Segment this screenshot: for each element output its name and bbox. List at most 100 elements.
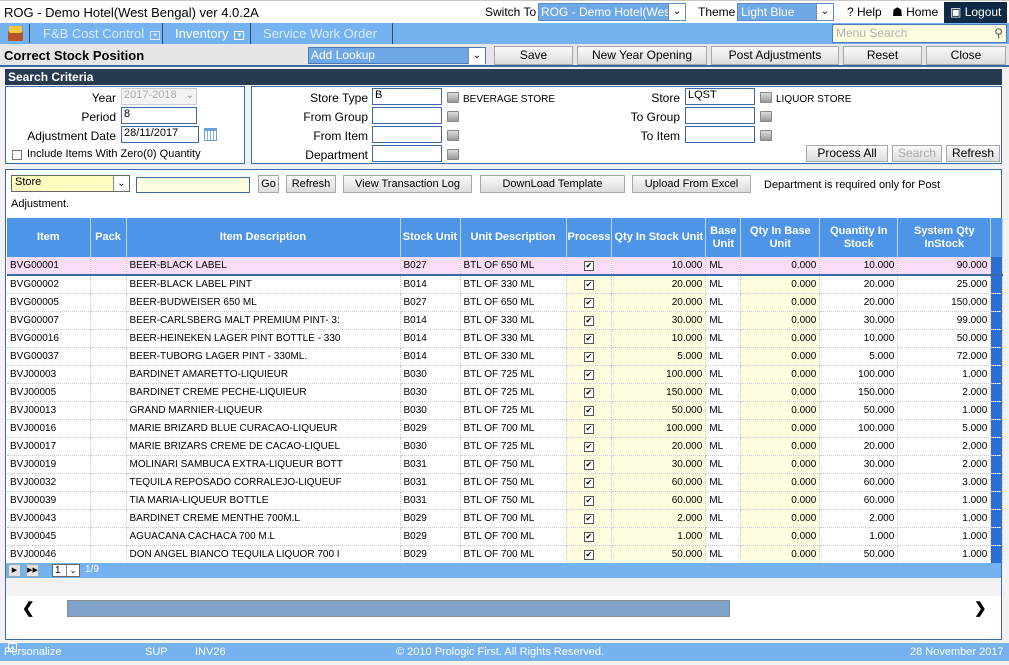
go-button[interactable]: Go (258, 175, 279, 193)
col-header-qty-in-base-unit[interactable]: Qty In Base Unit (740, 218, 821, 257)
cell-qty-in-stock-unit[interactable]: 150.000 (611, 383, 707, 402)
cell-qty-in-base-unit[interactable]: 0.000 (740, 473, 821, 492)
table-row[interactable]: BVJ00039 TIA MARIA-LIQUEUR BOTTLE B031 BTL … (7, 491, 1004, 510)
menu-search-input[interactable]: Menu Search ⚲ (832, 24, 1007, 43)
process-checkbox[interactable]: ✔ (583, 369, 594, 380)
process-checkbox[interactable]: ✔ (583, 279, 594, 290)
add-lookup-select[interactable]: Add Lookup ⌄ (308, 47, 486, 64)
cell-qty-in-base-unit[interactable]: 0.000 (740, 437, 821, 456)
filter-value-input[interactable] (136, 177, 250, 193)
cell-qty-in-base-unit[interactable]: 0.000 (740, 401, 821, 420)
next-page-icon[interactable]: ▶ (8, 564, 21, 577)
table-row[interactable]: BVJ00032 TEQUILA REPOSADO CORRALEJO-LIQUE… (7, 473, 1004, 492)
save-button[interactable]: Save (494, 46, 573, 65)
process-checkbox[interactable]: ✔ (583, 333, 594, 344)
table-row[interactable]: BVJ00003 BARDINET AMARETTO-LIQUIEUR B030 BT… (7, 365, 1004, 384)
lookup-icon[interactable] (447, 92, 459, 103)
cell-qty-in-base-unit[interactable]: 0.000 (740, 545, 821, 564)
cell-qty-in-stock-unit[interactable]: 60.000 (611, 473, 707, 492)
cell-qty-in-base-unit[interactable]: 0.000 (740, 329, 821, 348)
cell-qty-in-stock-unit[interactable]: 20.000 (611, 437, 707, 456)
home-link[interactable]: ☗ Home (892, 5, 938, 19)
cell-qty-in-stock-unit[interactable]: 50.000 (611, 545, 707, 564)
process-checkbox[interactable]: ✔ (583, 387, 594, 398)
cell-qty-in-base-unit[interactable]: 0.000 (740, 275, 821, 294)
cell-qty-in-base-unit[interactable]: 0.000 (740, 383, 821, 402)
table-row[interactable]: BVG00016 BEER-HEINEKEN LAGER PINT BOTTLE … (7, 329, 1004, 348)
table-row[interactable]: BVG00005 BEER-BUDWEISER 650 ML B027 BTL OF … (7, 293, 1004, 312)
lookup-icon[interactable] (760, 130, 772, 141)
process-checkbox[interactable]: ✔ (583, 549, 594, 560)
new-year-opening-button[interactable]: New Year Opening (577, 46, 707, 65)
app-logo-icon[interactable] (2, 24, 30, 43)
help-link[interactable]: ? Help (847, 5, 882, 19)
download-template-button[interactable]: DownLoad Template (480, 175, 625, 193)
search-button[interactable]: Search (892, 145, 942, 162)
cell-qty-in-base-unit[interactable]: 0.000 (740, 455, 821, 474)
process-checkbox[interactable]: ✔ (583, 423, 594, 434)
refresh-button[interactable]: Refresh (946, 145, 1000, 162)
store-input[interactable]: LQST (685, 88, 755, 105)
table-row[interactable]: BVJ00045 AGUACANA CACHACA 700 M.L B029 BTL … (7, 527, 1004, 546)
adjustment-date-input[interactable]: 28/11/2017 (121, 126, 199, 143)
page-select[interactable]: 1 ⌄ (52, 564, 80, 577)
process-checkbox[interactable]: ✔ (583, 351, 594, 362)
cell-qty-in-stock-unit[interactable]: 1.000 (611, 527, 707, 546)
cell-qty-in-stock-unit[interactable]: 50.000 (611, 401, 707, 420)
table-row[interactable]: BVG00001 BEER-BLACK LABEL B027 BTL OF 650 M… (7, 257, 1004, 276)
grid-refresh-button[interactable]: Refresh (286, 175, 336, 193)
lookup-icon[interactable] (760, 111, 772, 122)
cell-qty-in-base-unit[interactable]: 0.000 (740, 491, 821, 510)
table-row[interactable]: BVG00037 BEER-TUBORG LAGER PINT - 330ML. B… (7, 347, 1004, 366)
lookup-icon[interactable] (760, 92, 772, 103)
cell-qty-in-stock-unit[interactable]: 30.000 (611, 311, 707, 330)
theme-select[interactable]: Light Blue ⌄ (737, 3, 834, 21)
col-header-qty-in-stock-unit[interactable]: Qty In Stock Unit (611, 218, 707, 257)
scroll-left-icon[interactable]: ❮ (22, 599, 35, 617)
process-checkbox[interactable]: ✔ (583, 297, 594, 308)
table-row[interactable]: BVJ00016 MARIE BRIZARD BLUE CURACAO-LIQUE… (7, 419, 1004, 438)
cell-qty-in-stock-unit[interactable]: 10.000 (611, 329, 707, 348)
cell-qty-in-base-unit[interactable]: 0.000 (740, 527, 821, 546)
lookup-icon[interactable] (447, 111, 459, 122)
search-icon[interactable]: ⚲ (994, 26, 1003, 40)
cell-qty-in-base-unit[interactable]: 0.000 (740, 419, 821, 438)
switch-to-select[interactable]: ROG - Demo Hotel(West ⌄ (538, 3, 686, 21)
table-row[interactable]: BVJ00013 GRAND MARNIER-LIQUEUR B030 BTL OF … (7, 401, 1004, 420)
process-checkbox[interactable]: ✔ (583, 477, 594, 488)
cell-qty-in-base-unit[interactable]: 0.000 (740, 311, 821, 330)
menu-fb-cost-control[interactable]: F&B Cost Control ▾ (31, 23, 163, 44)
cell-qty-in-stock-unit[interactable]: 30.000 (611, 455, 707, 474)
process-all-button[interactable]: Process All (806, 145, 888, 162)
cell-qty-in-stock-unit[interactable]: 20.000 (611, 275, 707, 294)
to-group-input[interactable] (685, 107, 755, 124)
cell-qty-in-base-unit[interactable]: 0.000 (740, 257, 821, 276)
filter-field-select[interactable]: Store ⌄ (11, 175, 130, 192)
cell-qty-in-base-unit[interactable]: 0.000 (740, 509, 821, 528)
cell-qty-in-stock-unit[interactable]: 5.000 (611, 347, 707, 366)
table-row[interactable]: BVJ00019 MOLINARI SAMBUCA EXTRA-LIQUEUR B… (7, 455, 1004, 474)
col-header-process[interactable]: Process (566, 218, 613, 257)
from-item-input[interactable] (372, 126, 442, 143)
menu-service-work-order[interactable]: Service Work Order▾ (251, 23, 393, 61)
cell-qty-in-base-unit[interactable]: 0.000 (740, 347, 821, 366)
last-page-icon[interactable]: ▶▶ (26, 564, 39, 577)
cell-qty-in-base-unit[interactable]: 0.000 (740, 365, 821, 384)
scroll-thumb[interactable] (67, 600, 730, 617)
lookup-icon[interactable] (447, 130, 459, 141)
process-checkbox[interactable]: ✔ (583, 459, 594, 470)
cell-qty-in-stock-unit[interactable]: 2.000 (611, 509, 707, 528)
col-header-pack[interactable]: Pack (90, 218, 127, 257)
table-row[interactable]: BVG00002 BEER-BLACK LABEL PINT B014 BTL OF … (7, 275, 1004, 294)
col-header-item[interactable]: Item (7, 218, 91, 257)
reset-button[interactable]: Reset (843, 46, 922, 65)
col-header-quantity-in-stock[interactable]: Quantity In Stock (819, 218, 899, 257)
table-row[interactable]: BVG00007 BEER-CARLSBERG MALT PREMIUM PINT… (7, 311, 1004, 330)
logout-button[interactable]: ▣ Logout (944, 2, 1007, 23)
lookup-icon[interactable] (447, 149, 459, 160)
col-header-unit-description[interactable]: Unit Description (460, 218, 567, 257)
process-checkbox[interactable]: ✔ (583, 405, 594, 416)
horizontal-scrollbar[interactable]: ❮ ❯ (6, 596, 1001, 621)
cell-qty-in-stock-unit[interactable]: 10.000 (611, 257, 707, 276)
cell-qty-in-stock-unit[interactable]: 100.000 (611, 419, 707, 438)
